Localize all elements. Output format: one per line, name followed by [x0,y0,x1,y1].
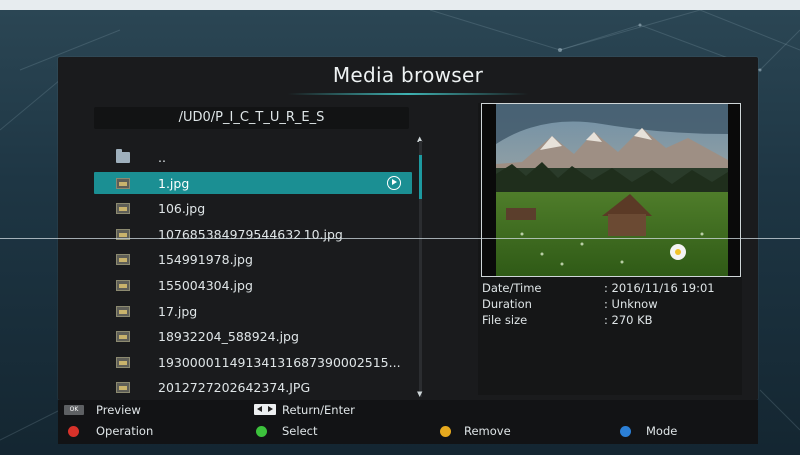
file-row[interactable]: 19300001149134131687390002515... [94,350,414,376]
folder-icon [116,149,130,163]
image-file-icon [116,203,130,215]
title-underline [288,93,528,95]
file-name: 155004304.jpg [158,277,253,293]
file-row[interactable]: 107685384979544632 10.jpg [94,222,414,248]
preview-image-landscape [482,104,740,276]
image-file-icon [116,279,130,291]
info-value: : 2016/11/16 19:01 [604,281,715,295]
media-browser-panel: Media browser /UD0/P_I_C_T_U_R_E_S .. 1.… [58,57,758,400]
hint-select: Select [282,424,318,438]
left-right-arrows-icon [254,404,276,415]
hint-operation: Operation [96,424,154,438]
hint-mode: Mode [646,424,678,438]
hint-remove: Remove [464,424,511,438]
file-name: .. [158,150,166,165]
top-strip [0,0,800,10]
image-file-icon [116,254,130,266]
preview-pane: Date/Time : 2016/11/16 19:01 Duration : … [478,103,742,395]
file-name: 17.jpg [158,303,198,319]
page-title: Media browser [332,63,484,87]
info-row-filesize: File size : 270 KB [482,313,740,329]
file-row[interactable]: 2012727202642374.JPG [94,375,414,401]
overlay-guide-line [0,238,800,239]
info-label: Duration [482,297,532,311]
info-value: : Unknow [604,297,658,311]
ok-key-icon: OK [64,405,84,415]
file-row[interactable]: 18932204_588924.jpg [94,324,414,350]
path-bar: /UD0/P_I_C_T_U_R_E_S [94,107,409,129]
info-label: Date/Time [482,281,542,295]
yellow-button-icon [440,426,451,437]
image-preview [481,103,741,277]
green-button-icon [256,426,267,437]
hint-return-enter: Return/Enter [282,403,355,417]
file-name: 1.jpg [158,175,190,191]
file-row[interactable]: 154991978.jpg [94,247,414,273]
hint-preview: Preview [96,403,141,417]
file-name: 2012727202642374.JPG [158,380,311,396]
blue-button-icon [620,426,631,437]
play-circle-icon[interactable] [387,175,401,190]
info-value: : 270 KB [604,313,653,327]
file-row[interactable]: 155004304.jpg [94,273,414,299]
selection-highlight [94,171,412,194]
file-row-selected[interactable]: 1.jpg [94,171,414,197]
scrollbar-thumb[interactable] [419,155,422,199]
image-file-icon [116,382,130,394]
file-row-parent-folder[interactable]: .. [94,145,414,171]
image-file-icon [116,177,130,189]
file-name: 107685384979544632 10.jpg [158,226,343,242]
red-button-icon [68,426,79,437]
file-name: 106.jpg [158,201,206,217]
info-row-duration: Duration : Unknow [482,297,740,313]
file-list: .. 1.jpg 106.jpg 107685384979544632 10.j… [94,145,414,401]
current-path: /UD0/P_I_C_T_U_R_E_S [178,110,325,125]
file-name: 18932204_588924.jpg [158,329,299,345]
file-row[interactable]: 106.jpg [94,196,414,222]
file-name: 154991978.jpg [158,252,253,268]
image-file-icon [116,331,130,343]
file-info: Date/Time : 2016/11/16 19:01 Duration : … [482,281,740,329]
file-row[interactable]: 17.jpg [94,299,414,325]
button-hint-bar: OK Preview Return/Enter Operation Select… [58,400,758,444]
scroll-down-arrow-icon[interactable]: ▼ [417,390,422,398]
info-row-datetime: Date/Time : 2016/11/16 19:01 [482,281,740,297]
info-label: File size [482,313,528,327]
image-file-icon [116,305,130,317]
image-file-icon [116,356,130,368]
file-name: 19300001149134131687390002515... [158,354,401,370]
